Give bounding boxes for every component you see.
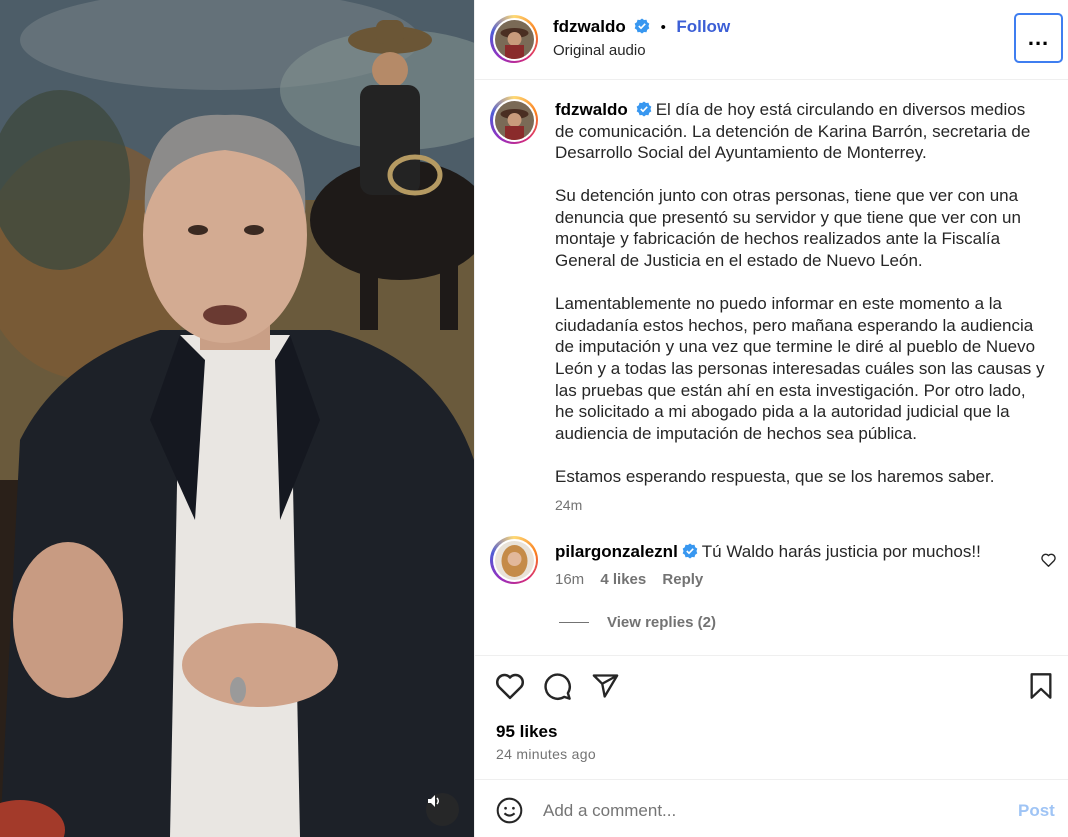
author-avatar-image bbox=[494, 19, 534, 59]
separator-dot: • bbox=[660, 19, 666, 36]
heart-icon[interactable] bbox=[495, 672, 525, 700]
reply-button[interactable]: Reply bbox=[662, 571, 703, 588]
post-video[interactable] bbox=[0, 0, 474, 837]
audio-icon bbox=[428, 795, 439, 807]
post-comment-button[interactable]: Post bbox=[1018, 801, 1055, 821]
commenter-username[interactable]: pilargonzaleznl bbox=[555, 542, 678, 561]
author-username[interactable]: fdzwaldo bbox=[553, 17, 626, 36]
emoji-icon[interactable] bbox=[496, 797, 523, 824]
author-avatar[interactable] bbox=[490, 15, 538, 63]
view-replies-button[interactable]: View replies (2) bbox=[559, 614, 716, 631]
comment-likes[interactable]: 4 likes bbox=[600, 571, 646, 588]
post-details-panel: fdzwaldo • Follow Original audio ... fdz… bbox=[474, 0, 1068, 837]
likes-count[interactable]: 95 likes bbox=[496, 722, 557, 742]
audio-subtitle[interactable]: Original audio bbox=[553, 42, 646, 59]
post-header: fdzwaldo • Follow Original audio ... bbox=[475, 0, 1068, 80]
caption-paragraph: fdzwaldo El día de hoy está circulando en… bbox=[555, 99, 1045, 164]
comment-timestamp[interactable]: 16m bbox=[555, 571, 584, 588]
caption-username[interactable]: fdzwaldo bbox=[555, 100, 628, 119]
more-options-button[interactable]: ... bbox=[1014, 13, 1063, 63]
caption-paragraph: Lamentablemente no puedo informar en est… bbox=[555, 294, 1045, 443]
comment-text: Tú Waldo harás justicia por muchos!! bbox=[701, 542, 981, 561]
post-time-ago[interactable]: 24 minutes ago bbox=[496, 746, 596, 762]
comment-item: pilargonzaleznl Tú Waldo harás justicia p… bbox=[555, 542, 981, 588]
bookmark-icon[interactable] bbox=[1029, 672, 1053, 700]
verified-badge-icon bbox=[634, 18, 650, 34]
video-frame-illustration bbox=[0, 0, 474, 837]
caption-timestamp[interactable]: 24m bbox=[555, 495, 1045, 517]
replies-line-divider bbox=[559, 622, 589, 623]
verified-badge-icon bbox=[636, 101, 652, 117]
caption-author-avatar[interactable] bbox=[490, 96, 538, 144]
share-icon[interactable] bbox=[591, 672, 620, 700]
more-options-icon: ... bbox=[1027, 25, 1050, 50]
post-caption: fdzwaldo El día de hoy está circulando en… bbox=[555, 99, 1045, 517]
commenter-avatar-image bbox=[494, 540, 534, 580]
caption-paragraph: Estamos esperando respuesta, que se los … bbox=[555, 466, 995, 486]
add-comment-bar: Post bbox=[475, 780, 1068, 837]
view-replies-label: View replies (2) bbox=[607, 614, 716, 631]
caption-author-avatar-image bbox=[494, 100, 534, 140]
comment-input[interactable] bbox=[543, 801, 963, 821]
follow-button[interactable]: Follow bbox=[676, 17, 730, 36]
commenter-avatar[interactable] bbox=[490, 536, 538, 584]
caption-paragraph: Su detención junto con otras personas, t… bbox=[555, 186, 1021, 271]
verified-badge-icon bbox=[682, 543, 698, 559]
audio-toggle-button[interactable] bbox=[426, 793, 459, 826]
comment-icon[interactable] bbox=[543, 672, 572, 701]
comment-like-heart-icon[interactable] bbox=[1041, 553, 1056, 567]
